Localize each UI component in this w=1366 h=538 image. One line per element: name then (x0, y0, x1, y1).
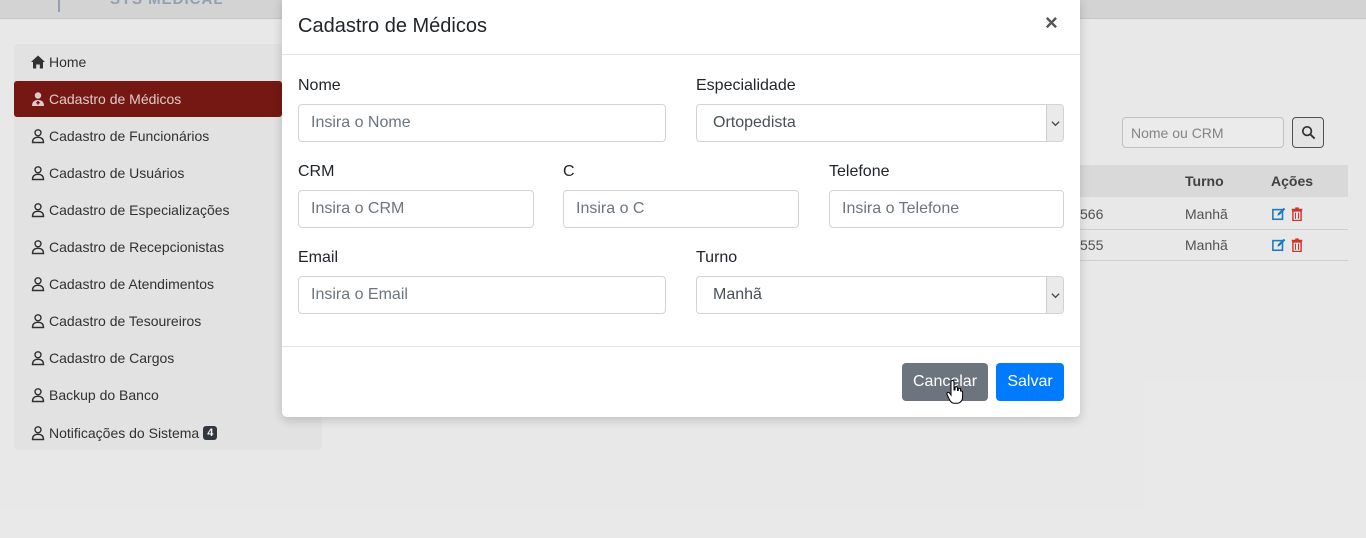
email-input[interactable]: Insira o Email (298, 276, 666, 314)
crm-label: CRM (298, 163, 335, 180)
turno-select[interactable]: Manhã (696, 276, 1064, 314)
nome-label: Nome (298, 77, 341, 94)
turno-label: Turno (696, 249, 738, 266)
nome-placeholder: Insira o Nome (311, 114, 411, 131)
especialidade-value: Ortopedista (713, 114, 796, 131)
modal-title: Cadastro de Médicos (298, 15, 487, 37)
email-label: Email (298, 249, 339, 266)
telefone-input[interactable]: Insira o Telefone (829, 190, 1064, 228)
cpf-placeholder: Insira o C (576, 200, 645, 217)
cpf-label: C (563, 163, 575, 180)
chevron-down-icon (1046, 105, 1063, 141)
nome-input[interactable]: Insira o Nome (298, 104, 666, 142)
email-placeholder: Insira o Email (311, 286, 408, 303)
close-icon[interactable]: × (1045, 12, 1058, 34)
especialidade-label: Especialidade (696, 77, 796, 94)
cpf-input[interactable]: Insira o C (563, 190, 799, 228)
crm-placeholder: Insira o CRM (311, 200, 405, 217)
telefone-placeholder: Insira o Telefone (842, 200, 960, 217)
turno-value: Manhã (713, 286, 762, 303)
hand-cursor-icon (946, 380, 964, 404)
telefone-label: Telefone (829, 163, 890, 180)
save-button[interactable]: Salvar (996, 363, 1064, 401)
especialidade-select[interactable]: Ortopedista (696, 104, 1064, 142)
cadastro-medicos-modal: Cadastro de Médicos × Nome Insira o Nome… (282, 0, 1080, 417)
cancel-button[interactable]: Cancelar (902, 363, 988, 401)
chevron-down-icon (1046, 277, 1063, 313)
modal-header: Cadastro de Médicos × (282, 0, 1080, 55)
crm-input[interactable]: Insira o CRM (298, 190, 534, 228)
